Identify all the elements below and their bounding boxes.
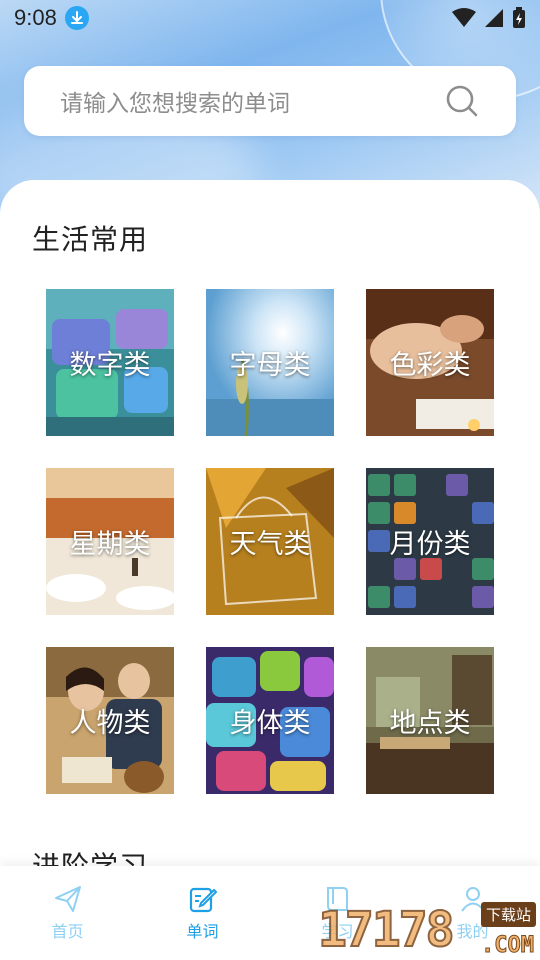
category-tile-numbers[interactable]: 数字类 [46, 289, 174, 436]
category-tile-months[interactable]: 月份类 [366, 468, 494, 615]
watermark-badge: 下载站 [480, 902, 536, 927]
edit-icon [189, 887, 217, 913]
category-label: 月份类 [389, 529, 471, 560]
watermark-digits: 17178 [317, 901, 455, 959]
wifi-icon [452, 8, 476, 27]
status-bar: 9:08 [0, 0, 540, 36]
watermark-suffix: .COM [481, 933, 535, 959]
category-label: 天气类 [229, 529, 311, 560]
category-label: 色彩类 [389, 350, 471, 381]
signal-icon [485, 9, 503, 27]
status-icons [452, 7, 526, 29]
search-icon[interactable] [444, 83, 480, 119]
nav-label: 单词 [186, 922, 219, 941]
category-label: 数字类 [69, 350, 151, 381]
category-label: 星期类 [69, 529, 151, 560]
search-bar[interactable]: 请输入您想搜索的单词 [24, 66, 516, 136]
status-time: 9:08 [14, 5, 57, 30]
category-tile-body[interactable]: 身体类 [206, 647, 334, 794]
search-input[interactable]: 请输入您想搜索的单词 [60, 84, 444, 118]
section-title-daily: 生活常用 [32, 223, 149, 256]
category-grid: 数字类 字母类 色彩类 星期类 天气类 月份类 人物类 身体类 地点类 [46, 289, 494, 794]
category-tile-places[interactable]: 地点类 [366, 647, 494, 794]
category-tile-colors[interactable]: 色彩类 [366, 289, 494, 436]
send-icon [54, 886, 81, 912]
category-tile-weekdays[interactable]: 星期类 [46, 468, 174, 615]
category-tile-letters[interactable]: 字母类 [206, 289, 334, 436]
category-label: 人物类 [69, 708, 151, 739]
category-label: 字母类 [229, 350, 311, 381]
download-icon [64, 6, 89, 30]
category-label: 身体类 [229, 708, 311, 739]
category-tile-people[interactable]: 人物类 [46, 647, 174, 794]
category-label: 地点类 [389, 708, 471, 739]
nav-label: 首页 [51, 922, 84, 941]
nav-words[interactable]: 单词 [135, 866, 270, 960]
nav-home[interactable]: 首页 [0, 866, 135, 960]
watermark-logo: 17178 下载站 .COM [317, 900, 540, 960]
category-tile-weather[interactable]: 天气类 [206, 468, 334, 615]
battery-icon [513, 7, 525, 28]
